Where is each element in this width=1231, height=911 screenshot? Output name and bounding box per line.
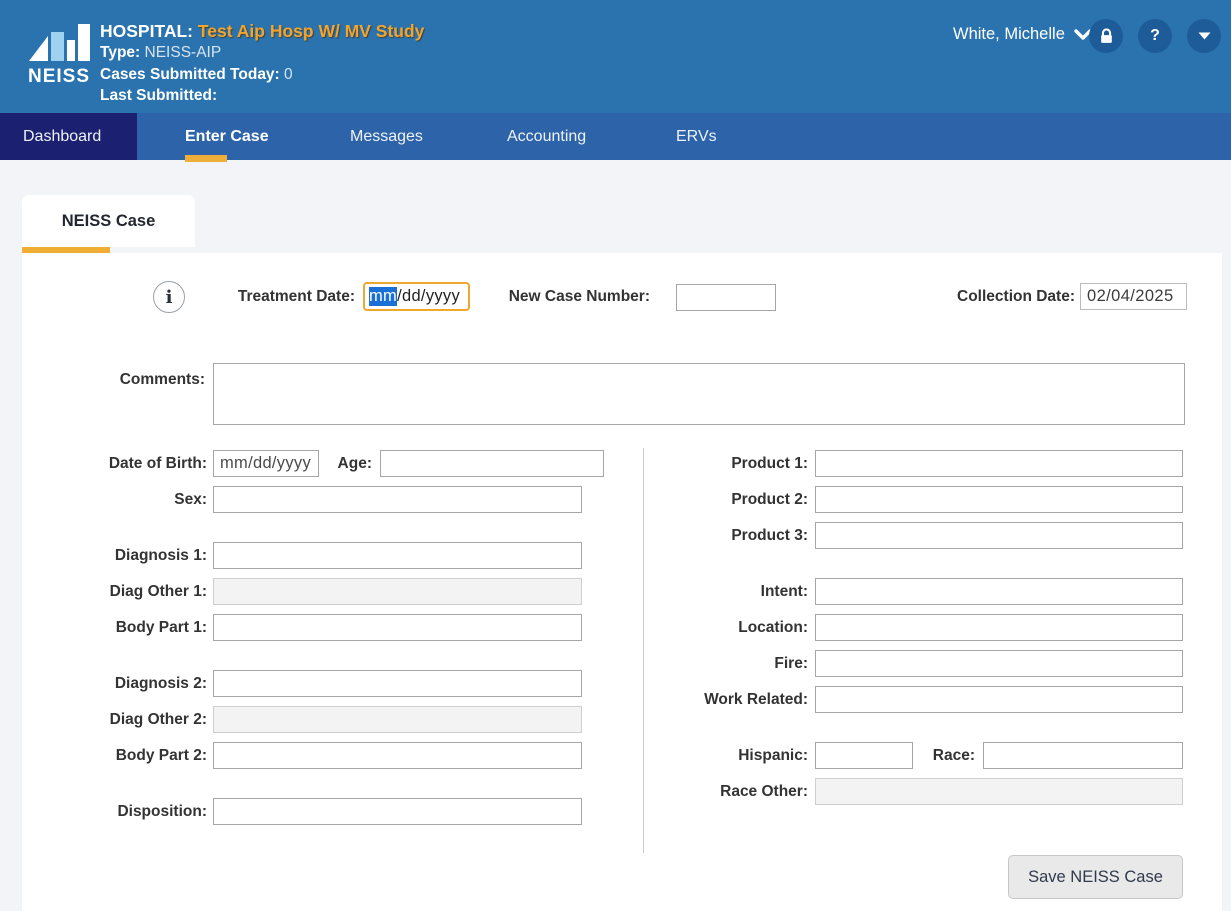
intent-label: Intent: (642, 578, 808, 605)
page: NEISS HOSPITAL: Test Aip Hosp W/ MV Stud… (0, 0, 1231, 911)
work-related-label: Work Related: (642, 686, 808, 713)
location-input[interactable] (815, 614, 1183, 641)
info-button[interactable]: i (153, 281, 185, 313)
age-input[interactable] (380, 450, 604, 477)
lock-button[interactable] (1089, 19, 1123, 53)
diagnosis2-input[interactable] (213, 670, 582, 697)
nav-item-accounting[interactable]: Accounting (507, 113, 586, 160)
new-case-number-input[interactable] (676, 284, 776, 311)
hospital-line: HOSPITAL: Test Aip Hosp W/ MV Study (100, 21, 424, 42)
hospital-label: HOSPITAL: (100, 21, 193, 41)
product3-input[interactable] (815, 522, 1183, 549)
hispanic-label: Hispanic: (642, 742, 808, 769)
work-related-input[interactable] (815, 686, 1183, 713)
diag-other2-label: Diag Other 2: (42, 706, 207, 733)
race-other-input (815, 778, 1183, 805)
diagnosis1-label: Diagnosis 1: (42, 542, 207, 569)
treatment-date-input[interactable]: mm/dd/yyyy (363, 282, 470, 311)
fire-label: Fire: (642, 650, 808, 677)
active-nav-indicator (185, 155, 227, 162)
user-name: White, Michelle (953, 25, 1065, 44)
nav-item-dashboard[interactable]: Dashboard (23, 113, 101, 160)
race-other-label: Race Other: (642, 778, 808, 805)
lock-icon (1098, 28, 1115, 45)
type-value: NEISS-AIP (145, 44, 222, 61)
diag-other1-input (213, 578, 582, 605)
caret-down-icon (1198, 32, 1211, 40)
comments-label: Comments: (85, 366, 205, 393)
comments-textarea[interactable] (213, 363, 1185, 425)
info-icon: i (166, 287, 173, 308)
treatment-date-rest: /dd/yyyy (397, 287, 460, 306)
date-of-birth-label: Date of Birth: (42, 450, 207, 477)
last-submitted-label: Last Submitted: (100, 87, 217, 104)
question-mark-icon: ? (1150, 27, 1160, 45)
logo-text: NEISS (27, 68, 91, 86)
location-label: Location: (642, 614, 808, 641)
save-neiss-case-button[interactable]: Save NEISS Case (1008, 855, 1183, 899)
type-label: Type: (100, 44, 140, 61)
nav-item-ervs[interactable]: ERVs (676, 113, 717, 160)
product2-label: Product 2: (642, 486, 808, 513)
diag-other1-label: Diag Other 1: (42, 578, 207, 605)
main-nav: Dashboard Enter Case Messages Accounting… (0, 113, 1231, 160)
disposition-label: Disposition: (42, 798, 207, 825)
body-part1-input[interactable] (213, 614, 582, 641)
disposition-input[interactable] (213, 798, 582, 825)
diagnosis1-input[interactable] (213, 542, 582, 569)
intent-input[interactable] (815, 578, 1183, 605)
nav-item-enter-case[interactable]: Enter Case (185, 113, 269, 160)
last-submitted-line: Last Submitted: (100, 85, 424, 107)
treatment-date-selected-segment: mm (369, 287, 397, 306)
tab-neiss-case[interactable]: NEISS Case (22, 195, 195, 247)
dropdown-button[interactable] (1187, 19, 1221, 53)
age-label: Age: (322, 450, 372, 477)
diagnosis2-label: Diagnosis 2: (42, 670, 207, 697)
cases-submitted-label: Cases Submitted Today: (100, 66, 280, 83)
product2-input[interactable] (815, 486, 1183, 513)
sex-label: Sex: (42, 486, 207, 513)
body-part2-label: Body Part 2: (42, 742, 207, 769)
hospital-name: Test Aip Hosp W/ MV Study (198, 21, 425, 41)
neiss-logo: NEISS (27, 21, 91, 86)
hospital-info-block: HOSPITAL: Test Aip Hosp W/ MV Study Type… (100, 21, 424, 107)
sex-input[interactable] (213, 486, 582, 513)
bar-chart-logo-icon (28, 21, 90, 63)
body-part2-input[interactable] (213, 742, 582, 769)
product3-label: Product 3: (642, 522, 808, 549)
cases-submitted-value: 0 (284, 66, 293, 83)
collection-date-label: Collection Date: (925, 283, 1075, 310)
body-part1-label: Body Part 1: (42, 614, 207, 641)
date-of-birth-input[interactable] (213, 450, 319, 477)
app-header: NEISS HOSPITAL: Test Aip Hosp W/ MV Stud… (0, 0, 1231, 113)
type-line: Type: NEISS-AIP (100, 42, 424, 64)
race-input[interactable] (983, 742, 1183, 769)
user-menu[interactable]: White, Michelle (953, 25, 1092, 44)
cases-submitted-line: Cases Submitted Today: 0 (100, 64, 424, 86)
diag-other2-input (213, 706, 582, 733)
treatment-date-label: Treatment Date: (205, 283, 355, 310)
nav-item-messages[interactable]: Messages (350, 113, 423, 160)
new-case-number-label: New Case Number: (500, 283, 650, 310)
product1-input[interactable] (815, 450, 1183, 477)
race-label: Race: (902, 742, 975, 769)
fire-input[interactable] (815, 650, 1183, 677)
collection-date-input[interactable]: 02/04/2025 (1080, 283, 1187, 310)
product1-label: Product 1: (642, 450, 808, 477)
help-button[interactable]: ? (1138, 19, 1172, 53)
hispanic-input[interactable] (815, 742, 913, 769)
neiss-case-form: i Treatment Date: mm/dd/yyyy New Case Nu… (22, 253, 1222, 911)
